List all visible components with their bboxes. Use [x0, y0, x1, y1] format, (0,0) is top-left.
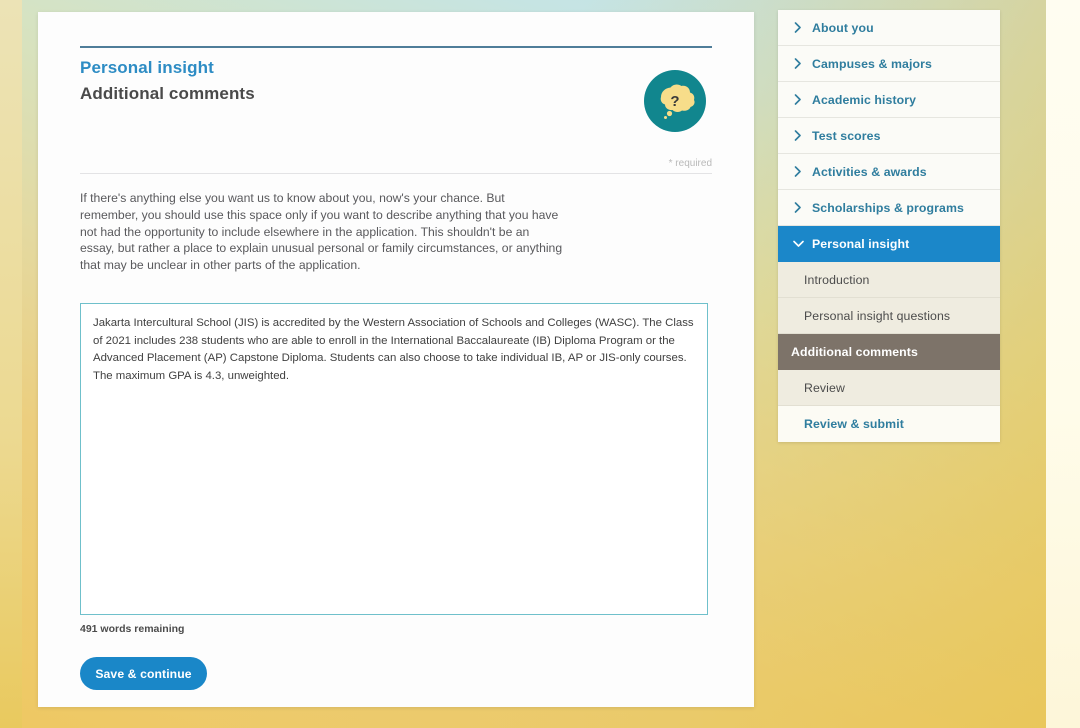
additional-comments-textarea[interactable] — [80, 303, 708, 615]
sidebar-item-label: Introduction — [804, 272, 870, 287]
svg-text:?: ? — [670, 93, 679, 110]
sidebar-item-campuses-majors[interactable]: Campuses & majors — [778, 46, 1000, 82]
sidebar-item-personal-insight[interactable]: Personal insight — [778, 226, 1000, 262]
sidebar-item-label: Campuses & majors — [812, 56, 932, 71]
sidebar-item-label: Activities & awards — [812, 164, 927, 179]
sidebar-item-label: Additional comments — [791, 344, 918, 359]
page-eyebrow: Personal insight — [80, 58, 214, 77]
sidebar-item-test-scores[interactable]: Test scores — [778, 118, 1000, 154]
sidebar-item-label: Personal insight — [812, 236, 910, 251]
chevron-right-icon — [791, 130, 805, 141]
question-thought-bubble-icon[interactable]: ? — [644, 70, 706, 132]
chevron-right-icon — [791, 202, 805, 213]
page-title: Additional comments — [80, 84, 255, 103]
chevron-right-icon — [791, 166, 805, 177]
content-card: Personal insight Additional comments ? *… — [38, 12, 754, 707]
word-count-label: 491 words remaining — [80, 623, 185, 635]
sidebar-item-review[interactable]: Review — [778, 370, 1000, 406]
sidebar-item-activities-awards[interactable]: Activities & awards — [778, 154, 1000, 190]
chevron-right-icon — [791, 58, 805, 69]
save-and-continue-button[interactable]: Save & continue — [80, 657, 207, 690]
sidebar-item-label: Review — [804, 380, 845, 395]
sidebar-item-label: Test scores — [812, 128, 881, 143]
sidebar-item-review-submit[interactable]: Review & submit — [778, 406, 1000, 442]
required-note: * required — [668, 158, 712, 169]
background-left-strip — [0, 0, 22, 728]
sidebar-item-label: Scholarships & programs — [812, 200, 964, 215]
chevron-right-icon — [791, 22, 805, 33]
sidebar-item-academic-history[interactable]: Academic history — [778, 82, 1000, 118]
sidebar-item-additional-comments[interactable]: Additional comments — [778, 334, 1000, 370]
chevron-right-icon — [791, 94, 805, 105]
sidebar-item-scholarships-programs[interactable]: Scholarships & programs — [778, 190, 1000, 226]
chevron-down-icon — [791, 240, 805, 248]
background-right-strip — [1046, 0, 1080, 728]
section-divider — [80, 173, 712, 174]
sidebar-item-label: Academic history — [812, 92, 917, 107]
header-rule — [80, 46, 712, 48]
sidebar-item-label: About you — [812, 20, 874, 35]
sidebar-item-introduction[interactable]: Introduction — [778, 262, 1000, 298]
application-sidebar-nav: About you Campuses & majors Academic histo… — [778, 10, 1000, 442]
sidebar-item-about-you[interactable]: About you — [778, 10, 1000, 46]
sidebar-item-label: Review & submit — [804, 417, 904, 431]
intro-text: If there's anything else you want us to … — [80, 191, 563, 273]
sidebar-item-label: Personal insight questions — [804, 308, 951, 323]
sidebar-item-personal-insight-questions[interactable]: Personal insight questions — [778, 298, 1000, 334]
